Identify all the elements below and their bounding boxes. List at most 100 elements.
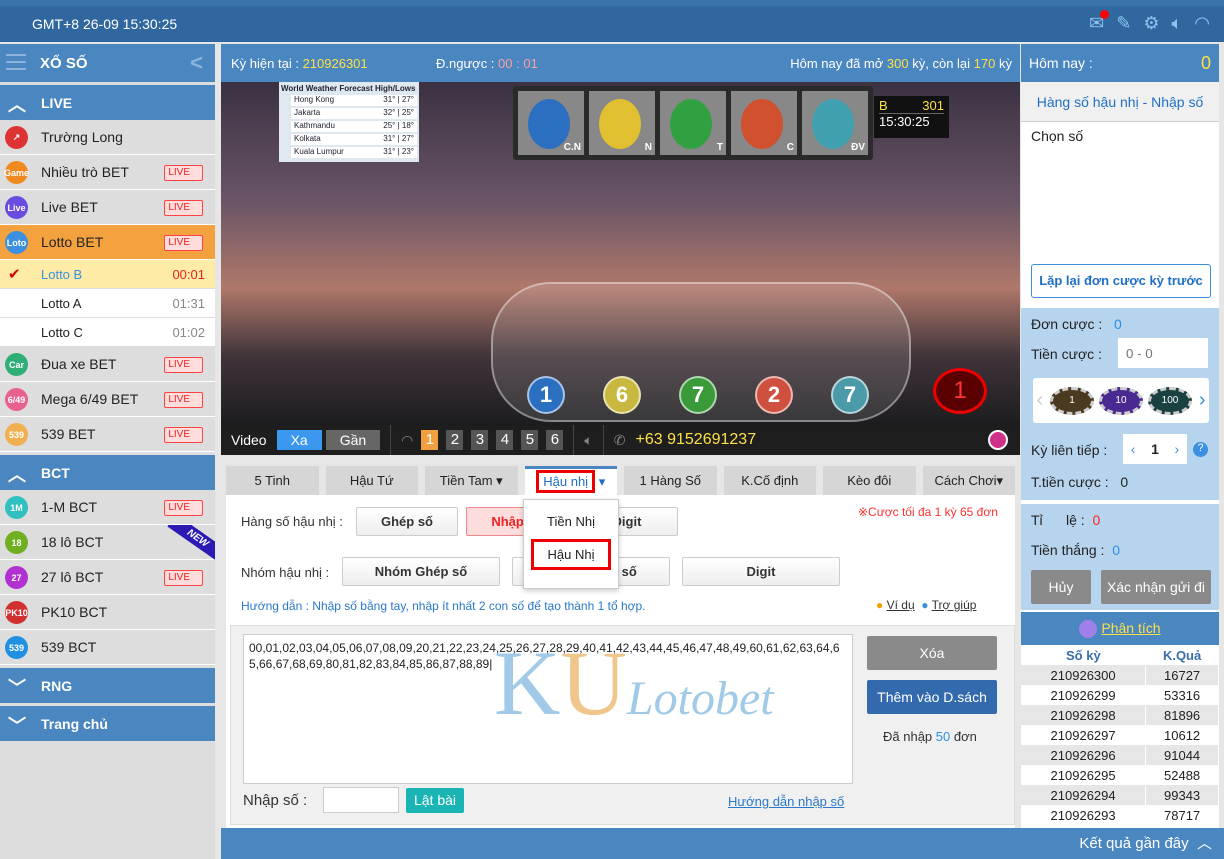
analysis-link[interactable]: Phân tích: [1101, 620, 1160, 636]
bet-type-title: Hàng số hậu nhị - Nhập số: [1021, 82, 1219, 122]
game-icon: PK10: [5, 601, 28, 624]
weather-row: Kathmandu 25° | 18°: [291, 121, 417, 132]
sub-game-item[interactable]: ✔ Lotto B 00:01: [0, 260, 215, 289]
help-link[interactable]: Trợ giúp: [932, 598, 977, 612]
amount-input[interactable]: [1118, 338, 1208, 368]
sidebar-item[interactable]: 539 539 BCT: [0, 630, 215, 665]
sidebar-item[interactable]: 1M 1-M BCT LIVE: [0, 490, 215, 525]
live-badge: LIVE: [164, 200, 203, 216]
guide-text: Hướng dẫn : Nhập số bằng tay, nhập ít nh…: [241, 599, 646, 613]
camera-button[interactable]: 3: [471, 430, 489, 450]
chip[interactable]: 100: [1147, 386, 1192, 415]
ghep-so-button[interactable]: Ghép số: [356, 507, 458, 536]
cancel-button[interactable]: Hủy: [1031, 570, 1091, 604]
consecutive-stepper[interactable]: ‹ 1 ›: [1123, 434, 1187, 464]
camera-button[interactable]: 4: [496, 430, 514, 450]
tab[interactable]: Kèo đôi: [823, 466, 916, 495]
chevron-right-icon[interactable]: ›: [1199, 389, 1206, 412]
table-row: 210926300 16727: [1021, 665, 1219, 685]
number-entry-box: 00,01,02,03,04,05,06,07,08,09,20,21,22,2…: [230, 625, 1015, 825]
collapse-icon[interactable]: <: [190, 50, 203, 76]
sidebar-item[interactable]: Loto Lotto BET LIVE: [0, 225, 215, 260]
example-link[interactable]: Ví dụ: [887, 598, 915, 612]
section-live[interactable]: ︿ LIVE: [0, 85, 215, 120]
tab[interactable]: 5 Tinh: [226, 466, 319, 495]
game-icon: 539: [5, 636, 28, 659]
dropdown-item-tien-nhi[interactable]: Tiền Nhị: [524, 500, 618, 539]
dropdown-item-hau-nhi[interactable]: Hậu Nhị: [531, 539, 611, 570]
ball-tile: N: [589, 91, 655, 155]
menu-icon[interactable]: [6, 54, 26, 70]
game-icon: Game: [4, 161, 29, 184]
wifi-icon[interactable]: ◠: [1194, 13, 1210, 34]
sidebar-item[interactable]: 18 18 lô BCT NEW: [0, 525, 215, 561]
chip[interactable]: 10: [1098, 386, 1143, 415]
flip-button[interactable]: Lật bài: [406, 788, 464, 813]
near-view-button[interactable]: Gần: [325, 430, 381, 450]
sidebar-item[interactable]: Car Đua xe BET LIVE: [0, 347, 215, 382]
tab[interactable]: Cách Chơi▾: [922, 466, 1015, 495]
sidebar-item[interactable]: 539 539 BET LIVE: [0, 417, 215, 452]
confirm-button[interactable]: Xác nhận gửi đi: [1101, 570, 1211, 604]
game-icon: Car: [5, 353, 28, 376]
far-view-button[interactable]: Xa: [276, 430, 322, 450]
repeat-last-bet-button[interactable]: Lặp lại đơn cược kỳ trước: [1031, 264, 1211, 298]
camera-button[interactable]: 5: [521, 430, 539, 450]
tab[interactable]: 1 Hàng Số: [624, 466, 717, 495]
chip[interactable]: 1: [1049, 386, 1094, 415]
sub-game-item[interactable]: Lotto A 01:31: [0, 289, 215, 318]
help-icon[interactable]: ?: [1193, 442, 1208, 457]
stats-icon[interactable]: [988, 430, 1008, 450]
sidebar-item[interactable]: Live Live BET LIVE: [0, 190, 215, 225]
sidebar: XỔ SỐ < ︿ LIVE ↗ Trường Long Game Nhiều trò B…: [0, 44, 215, 859]
gear-icon[interactable]: ⚙: [1143, 13, 1159, 34]
tab[interactable]: Tiền Tam ▾: [425, 466, 518, 495]
new-ribbon: NEW: [151, 525, 215, 561]
group-ghep-so-button[interactable]: Nhóm Ghép số: [342, 557, 500, 586]
sidebar-item[interactable]: PK10 PK10 BCT: [0, 595, 215, 630]
tab[interactable]: Hậu nhị ▾: [524, 466, 617, 495]
numbers-textarea[interactable]: 00,01,02,03,04,05,06,07,08,09,20,21,22,2…: [243, 634, 853, 784]
section-bct[interactable]: ︿ BCT: [0, 455, 215, 490]
max-bet-note: ※Cược tối đa 1 kỳ 65 đơn: [858, 505, 998, 519]
camera-button[interactable]: 1: [421, 430, 439, 450]
input-guide-link[interactable]: Hướng dẫn nhập số: [728, 794, 844, 809]
section-rng[interactable]: ﹀ RNG: [0, 668, 215, 703]
sub-game-item[interactable]: Lotto C 01:02: [0, 318, 215, 347]
camera-button[interactable]: 2: [446, 430, 464, 450]
chevron-up-icon: ︿: [8, 465, 26, 485]
add-to-list-button[interactable]: Thêm vào D.sách: [867, 680, 997, 714]
number-input[interactable]: [323, 787, 399, 813]
camera-button[interactable]: 6: [546, 430, 564, 450]
bet-type-tabs: 5 Tinh Hậu Tứ Tiền Tam ▾ Hậu nhị ▾ 1 Hàng Số…: [226, 466, 1015, 495]
bet-content: Tiền Nhị Hậu Nhị Hàng số hậu nhị : Ghép …: [226, 495, 1015, 828]
game-icon: Live: [5, 196, 28, 219]
chevron-left-icon[interactable]: ‹: [1036, 389, 1043, 412]
game-icon: Loto: [5, 231, 28, 254]
sidebar-item[interactable]: ↗ Trường Long: [0, 120, 215, 155]
speaker-icon[interactable]: 🔈︎: [1171, 13, 1182, 34]
tools-icon[interactable]: ✎: [1116, 13, 1131, 34]
live-badge: LIVE: [164, 500, 203, 516]
bet-slip-panel: Hôm nay :0 Hàng số hậu nhị - Nhập số Chọ…: [1021, 44, 1219, 828]
sidebar-item[interactable]: 6/49 Mega 6/49 BET LIVE: [0, 382, 215, 417]
decrement-icon: ‹: [1130, 441, 1136, 457]
sidebar-item[interactable]: Game Nhiều trò BET LIVE: [0, 155, 215, 190]
sidebar-item[interactable]: 27 27 lô BCT LIVE: [0, 560, 215, 595]
round-header: Kỳ hiện tại : 210926301 Đ.ngược : 00 : 0…: [221, 44, 1020, 82]
clear-button[interactable]: Xóa: [867, 636, 997, 670]
tab[interactable]: Hậu Tứ: [325, 466, 418, 495]
tab[interactable]: K.Cố định: [723, 466, 816, 495]
speaker-icon[interactable]: 🔈︎: [584, 432, 592, 449]
round-info: B 301 15:30:25: [874, 96, 949, 138]
mail-icon[interactable]: ✉: [1089, 10, 1110, 34]
game-icon: 27: [5, 566, 28, 589]
selected-numbers: Chọn số: [1031, 128, 1084, 144]
recent-results-bar[interactable]: Kết quả gần đây ︿: [221, 828, 1224, 859]
live-video: World Weather Forecast High/Lows Hong Kon…: [221, 82, 1020, 425]
game-icon: 18: [5, 531, 28, 554]
group-digit-button[interactable]: Digit: [682, 557, 840, 586]
result-ball: 6: [603, 376, 641, 414]
section-home[interactable]: ﹀ Trang chủ: [0, 706, 215, 741]
drawn-ball-tiles: C.N N T C ĐV: [513, 86, 873, 160]
